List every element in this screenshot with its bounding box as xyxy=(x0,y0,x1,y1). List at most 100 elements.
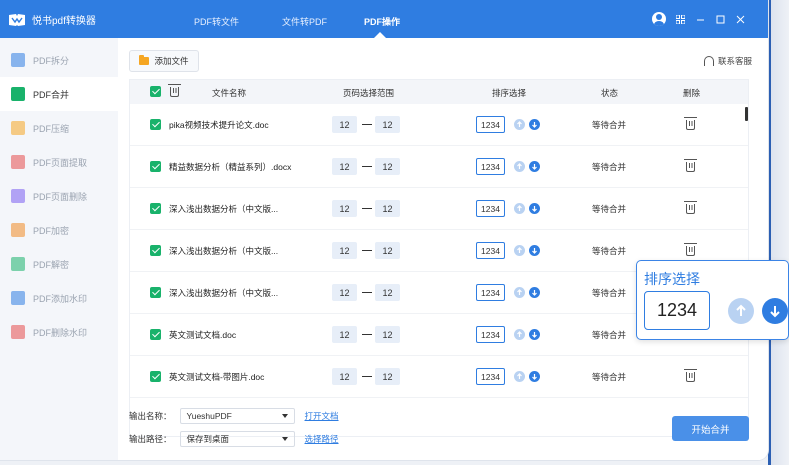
page-to-input[interactable]: 12 xyxy=(375,368,400,385)
app-window: 悦书pdf转换器 PDF转文件 文件转PDF PDF操作 PDF拆分 PDF合并 P… xyxy=(0,0,768,460)
sidebar-item-label: PDF解密 xyxy=(33,259,70,270)
open-document-link[interactable]: 打开文档 xyxy=(305,410,339,422)
order-zoom-callout: 排序选择 1234 xyxy=(636,260,789,340)
move-up-icon[interactable] xyxy=(514,371,525,382)
table-row: 英文测试文档-带图片.doc 12 12 1234 等待合并 xyxy=(130,356,748,398)
sidebar-item-label: PDF合并 xyxy=(33,89,70,100)
move-down-icon[interactable] xyxy=(529,203,540,214)
range-dash xyxy=(362,334,372,335)
page-to-input[interactable]: 12 xyxy=(375,116,400,133)
output-name-value: YueshuPDF xyxy=(186,411,232,421)
range-dash xyxy=(362,376,372,377)
file-name: 英文测试文档-带图片.doc xyxy=(169,372,265,382)
grid-menu-icon[interactable] xyxy=(673,12,687,26)
move-down-icon[interactable] xyxy=(529,245,540,256)
header-status: 状态 xyxy=(601,88,619,98)
move-up-icon[interactable] xyxy=(514,119,525,130)
sidebar-item-lock[interactable]: PDF加密 xyxy=(0,213,118,247)
move-up-icon[interactable] xyxy=(514,245,525,256)
output-name-select[interactable]: YueshuPDF xyxy=(179,408,295,424)
page-from-input[interactable]: 12 xyxy=(332,116,357,133)
select-all-checkbox[interactable] xyxy=(150,86,161,99)
close-icon[interactable] xyxy=(733,12,747,26)
table-header: 文件名称 页码选择范围 排序选择 状态 删除 xyxy=(130,80,748,104)
tab-pdf-operations[interactable]: PDF操作 xyxy=(364,15,400,28)
file-name: 深入浅出数据分析（中文版... xyxy=(169,288,279,298)
move-up-icon[interactable] xyxy=(514,329,525,340)
page-from-input[interactable]: 12 xyxy=(332,284,357,301)
table-row: 精益数据分析（精益系列）.docx 12 12 1234 等待合并 xyxy=(130,146,748,188)
output-path-select[interactable]: 保存到桌面 xyxy=(179,431,295,447)
delete-row-icon[interactable] xyxy=(684,243,697,258)
start-merge-button[interactable]: 开始合并 xyxy=(672,416,749,441)
sidebar-item-remove-watermark[interactable]: PDF删除水印 xyxy=(0,315,118,349)
move-down-icon[interactable] xyxy=(529,161,540,172)
desktop-edge xyxy=(768,0,789,465)
sidebar-item-compress[interactable]: PDF压缩 xyxy=(0,111,118,145)
delete-row-icon[interactable] xyxy=(684,159,697,174)
move-down-icon[interactable] xyxy=(529,287,540,298)
page-to-input[interactable]: 12 xyxy=(375,158,400,175)
order-input[interactable]: 1234 xyxy=(476,116,505,133)
move-up-icon[interactable] xyxy=(728,298,754,324)
move-up-icon[interactable] xyxy=(514,287,525,298)
page-from-input[interactable]: 12 xyxy=(332,368,357,385)
order-input[interactable]: 1234 xyxy=(476,200,505,217)
tab-pdf-to-file[interactable]: PDF转文件 xyxy=(194,15,239,28)
sidebar-item-split[interactable]: PDF拆分 xyxy=(0,43,118,77)
move-up-icon[interactable] xyxy=(514,161,525,172)
sidebar-item-extract[interactable]: PDF页面提取 xyxy=(0,145,118,179)
move-up-icon[interactable] xyxy=(514,203,525,214)
order-input[interactable]: 1234 xyxy=(476,158,505,175)
sidebar-item-add-watermark[interactable]: PDF添加水印 xyxy=(0,281,118,315)
contact-support-link[interactable]: 联系客服 xyxy=(704,55,752,67)
sidebar-item-merge[interactable]: PDF合并 xyxy=(0,77,118,111)
page-to-input[interactable]: 12 xyxy=(375,242,400,259)
order-input[interactable]: 1234 xyxy=(476,284,505,301)
status-text: 等待合并 xyxy=(592,288,627,298)
delete-row-icon[interactable] xyxy=(684,117,697,132)
table-row: pika视频技术提升论文.doc 12 12 1234 等待合并 xyxy=(130,104,748,146)
row-checkbox[interactable] xyxy=(150,371,161,384)
choose-path-link[interactable]: 选择路径 xyxy=(305,433,339,445)
page-from-input[interactable]: 12 xyxy=(332,242,357,259)
move-down-icon[interactable] xyxy=(762,298,788,324)
sidebar-item-delete-page[interactable]: PDF页面删除 xyxy=(0,179,118,213)
extract-icon xyxy=(11,155,25,169)
add-file-button[interactable]: 添加文件 xyxy=(129,50,199,72)
row-checkbox[interactable] xyxy=(150,203,161,216)
page-to-input[interactable]: 12 xyxy=(375,284,400,301)
row-checkbox[interactable] xyxy=(150,245,161,258)
delete-all-icon[interactable] xyxy=(168,84,181,99)
folder-icon xyxy=(139,55,150,65)
headset-icon xyxy=(704,56,714,66)
delete-row-icon[interactable] xyxy=(684,201,697,216)
output-path-row: 输出路径： 保存到桌面 选择路径 xyxy=(129,431,339,447)
row-checkbox[interactable] xyxy=(150,287,161,300)
page-to-input[interactable]: 12 xyxy=(375,326,400,343)
page-from-input[interactable]: 12 xyxy=(332,158,357,175)
order-input[interactable]: 1234 xyxy=(476,368,505,385)
callout-order-input[interactable]: 1234 xyxy=(644,291,710,330)
row-checkbox[interactable] xyxy=(150,119,161,132)
order-input[interactable]: 1234 xyxy=(476,242,505,259)
sidebar-item-unlock[interactable]: PDF解密 xyxy=(0,247,118,281)
status-text: 等待合并 xyxy=(592,120,627,130)
move-down-icon[interactable] xyxy=(529,119,540,130)
move-down-icon[interactable] xyxy=(529,371,540,382)
row-checkbox[interactable] xyxy=(150,161,161,174)
status-text: 等待合并 xyxy=(592,162,627,172)
page-to-input[interactable]: 12 xyxy=(375,200,400,217)
tab-file-to-pdf[interactable]: 文件转PDF xyxy=(282,15,327,28)
move-down-icon[interactable] xyxy=(529,329,540,340)
delete-row-icon[interactable] xyxy=(684,369,697,384)
page-from-input[interactable]: 12 xyxy=(332,200,357,217)
minimize-icon[interactable] xyxy=(693,12,707,26)
page-from-input[interactable]: 12 xyxy=(332,326,357,343)
maximize-icon[interactable] xyxy=(713,12,727,26)
order-input[interactable]: 1234 xyxy=(476,326,505,343)
user-avatar-icon[interactable] xyxy=(652,12,666,26)
scrollbar-thumb[interactable] xyxy=(745,107,748,121)
sidebar: PDF拆分 PDF合并 PDF压缩 PDF页面提取 PDF页面删除 PDF加密 PDF解密 P… xyxy=(0,38,118,460)
row-checkbox[interactable] xyxy=(150,329,161,342)
